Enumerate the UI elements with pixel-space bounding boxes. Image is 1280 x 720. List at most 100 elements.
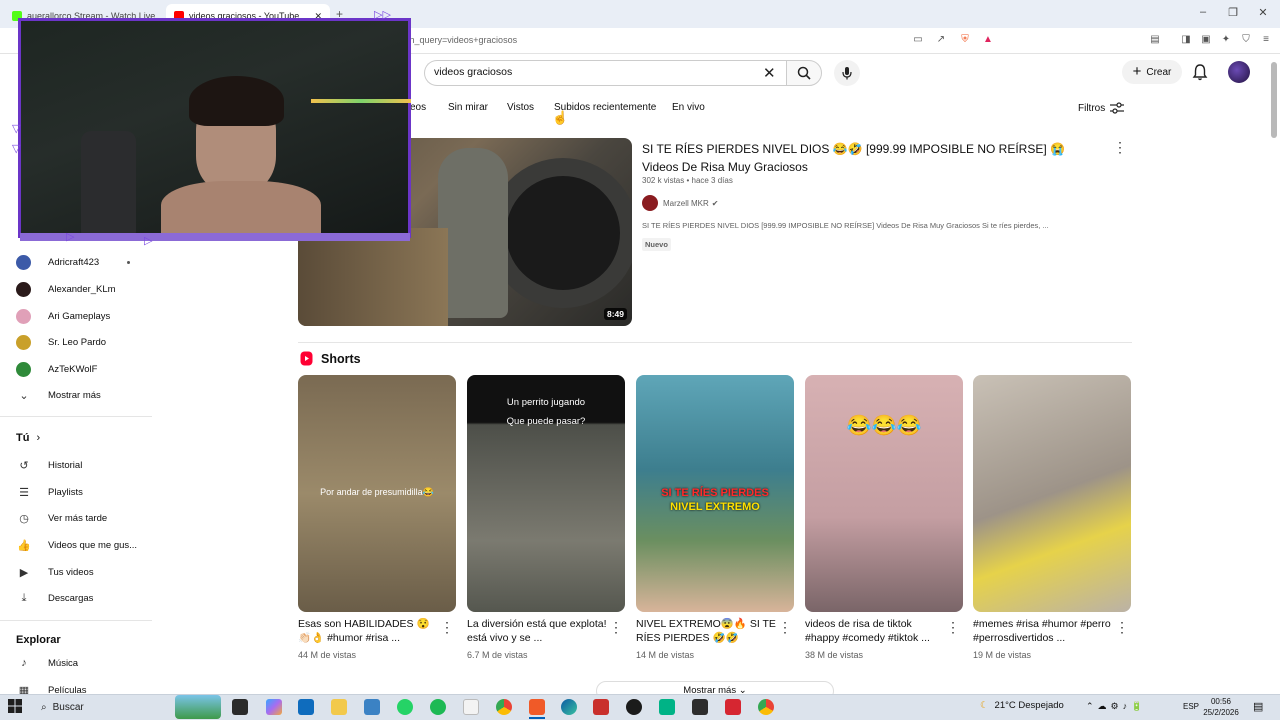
sidebar-item-liked[interactable]: 👍 Videos que me gus... — [16, 534, 146, 556]
webcam-overlay — [18, 18, 411, 241]
microphone-icon — [842, 67, 852, 80]
leo-ai-icon[interactable]: ✦ — [1219, 33, 1233, 47]
obs-icon[interactable] — [626, 699, 642, 715]
sidebar-item-watch-later[interactable]: ◷ Ver más tarde — [16, 507, 146, 529]
video-description: SI TE RÍES PIERDES NIVEL DIOS [999.99 IM… — [642, 221, 1049, 230]
app-icon[interactable] — [593, 699, 609, 715]
sidebar-item-downloads[interactable]: ⤓ Descargas — [16, 587, 146, 609]
menu-icon[interactable]: ≡ — [1259, 33, 1273, 47]
history-icon: ↺ — [19, 459, 29, 472]
video-icon: ▶ — [19, 566, 29, 579]
short-title-3[interactable]: NIVEL EXTREMO😨🔥 SI TE RÍES PIERDES 🤣🤣 #S… — [636, 617, 776, 645]
chip-vistos[interactable]: Vistos — [507, 102, 534, 113]
sidebar-item-your-videos[interactable]: ▶ Tus videos — [16, 561, 146, 583]
sidebar-sub-aztekwolf[interactable]: AzTeKWolF — [16, 358, 146, 380]
sidebar-show-more[interactable]: ⌄ Mostrar más — [16, 384, 146, 406]
more-options-icon[interactable]: ⋮ — [946, 620, 960, 634]
notifications-bell-icon[interactable] — [1192, 63, 1208, 86]
channel-name[interactable]: Marzell MKR ✔ — [663, 199, 718, 208]
reader-icon[interactable]: ▤ — [1148, 33, 1162, 47]
vpn-icon[interactable]: ⛉ — [1239, 33, 1253, 47]
clock[interactable]: 00:56 25/2/2026 — [1203, 696, 1239, 718]
avatar — [16, 254, 31, 270]
divider — [0, 620, 152, 621]
search-button[interactable] — [786, 60, 822, 86]
more-options-icon[interactable]: ⋮ — [440, 620, 454, 634]
create-button[interactable]: + Crear — [1122, 60, 1182, 84]
short-views-3: 14 M de vistas — [636, 650, 695, 660]
sliders-icon — [1110, 102, 1125, 114]
more-options-icon[interactable]: ⋮ — [1115, 620, 1129, 634]
more-options-icon[interactable]: ⋮ — [609, 620, 623, 634]
scrollbar-thumb[interactable] — [1271, 62, 1277, 138]
maximize-icon[interactable]: ❐ — [1218, 6, 1248, 19]
brave-icon[interactable] — [529, 699, 545, 715]
sidebar-sub-ari[interactable]: Ari Gameplays — [16, 305, 146, 327]
sidebar-item-historial[interactable]: ↺ Historial — [16, 454, 146, 476]
copilot-icon[interactable] — [266, 699, 282, 715]
taskbar-search[interactable]: ⌕ Buscar — [35, 697, 165, 717]
short-thumbnail-1[interactable]: Por andar de presumidilla😂 — [298, 375, 456, 612]
close-window-icon[interactable]: ✕ — [1248, 6, 1278, 19]
brave-rewards-icon[interactable]: ▲ — [981, 33, 995, 47]
notification-center-icon[interactable]: ▤ — [1253, 700, 1263, 713]
share-icon[interactable]: ↗ — [934, 33, 948, 47]
chip-sin-mirar[interactable]: Sin mirar — [448, 102, 488, 113]
chip-subidos-recientemente[interactable]: Subidos recientemente — [554, 102, 656, 113]
app-icon[interactable] — [659, 699, 675, 715]
more-options-icon[interactable]: ⋮ — [778, 620, 792, 634]
filters-button[interactable]: Filtros — [1078, 102, 1125, 114]
url-field[interactable]: ch_query=videos+graciosos — [405, 35, 517, 45]
short-title-1[interactable]: Esas son HABILIDADES 😯👏🏻👌 #humor #risa .… — [298, 617, 438, 645]
sidebar-item-playlists[interactable]: ☰ Playlists — [16, 481, 146, 503]
spotify-icon[interactable] — [430, 699, 446, 715]
brave-shield-icon[interactable]: ⛨ — [958, 33, 972, 47]
chip-en-vivo[interactable]: En vivo — [672, 102, 705, 113]
epic-games-icon[interactable] — [692, 699, 708, 715]
clear-search-icon[interactable]: ✕ — [763, 64, 776, 82]
wallet-icon[interactable]: ▣ — [1199, 33, 1213, 47]
whatsapp-icon[interactable] — [397, 699, 413, 715]
outlook-icon[interactable] — [298, 699, 314, 715]
sidebar-sub-alexander[interactable]: Alexander_KLm — [16, 278, 146, 300]
chrome-icon[interactable] — [496, 699, 512, 715]
short-thumbnail-3[interactable]: SI TE RÍES PIERDES NIVEL EXTREMO — [636, 375, 794, 612]
short-thumbnail-4[interactable]: 😂😂😂 — [805, 375, 963, 612]
chip-videos[interactable]: eos — [410, 102, 426, 113]
music-note-icon: ♪ — [21, 657, 27, 669]
app-icon[interactable] — [725, 699, 741, 715]
sidebar-sub-adricraft[interactable]: Adricraft423 — [16, 251, 146, 273]
file-explorer-icon[interactable] — [331, 699, 347, 715]
cast-icon[interactable]: ▭ — [911, 33, 925, 47]
task-view-icon[interactable] — [232, 699, 248, 715]
store-icon[interactable] — [364, 699, 380, 715]
sidebar-sub-leo[interactable]: Sr. Leo Pardo — [16, 331, 146, 353]
avatar — [16, 281, 31, 297]
channel-avatar[interactable] — [642, 195, 658, 211]
search-value: videos graciosos — [434, 66, 513, 78]
search-icon — [797, 66, 811, 80]
new-badge: Nuevo — [642, 238, 671, 251]
weather-widget[interactable]: ☾ 21°C Despejado — [980, 700, 1064, 711]
short-thumbnail-5[interactable] — [973, 375, 1131, 612]
short-title-4[interactable]: videos de risa de tiktok #happy #comedy … — [805, 617, 945, 645]
main-video-title[interactable]: SI TE RÍES PIERDES NIVEL DIOS 😂🤣 [999.99… — [642, 140, 1102, 176]
chrome-icon[interactable] — [758, 699, 774, 715]
notepad-icon[interactable] — [463, 699, 479, 715]
edge-icon[interactable] — [561, 699, 577, 715]
sidebar-toggle-icon[interactable]: ◨ — [1179, 33, 1193, 47]
minimize-icon[interactable]: – — [1188, 6, 1218, 18]
voice-search-button[interactable] — [834, 60, 860, 86]
language-indicator[interactable]: ESP — [1183, 702, 1199, 711]
thumbs-up-icon: 👍 — [17, 539, 31, 552]
windows-start-icon[interactable] — [8, 699, 24, 715]
shorts-heading: Shorts — [300, 351, 361, 366]
short-title-2[interactable]: La diversión está que explota! está vivo… — [467, 617, 607, 645]
more-options-icon[interactable]: ⋮ — [1113, 140, 1127, 154]
short-thumbnail-2[interactable]: Un perrito jugando Que puede pasar? — [467, 375, 625, 612]
account-avatar[interactable] — [1228, 61, 1250, 83]
short-title-5[interactable]: #memes #risa #humor #perro #perrosdivert… — [973, 617, 1113, 645]
sidebar-item-music[interactable]: ♪ Música — [16, 652, 146, 674]
system-tray-icons[interactable]: ⌃☁⚙♪🔋 — [1086, 701, 1146, 712]
you-section-heading[interactable]: Tú › — [16, 432, 40, 444]
